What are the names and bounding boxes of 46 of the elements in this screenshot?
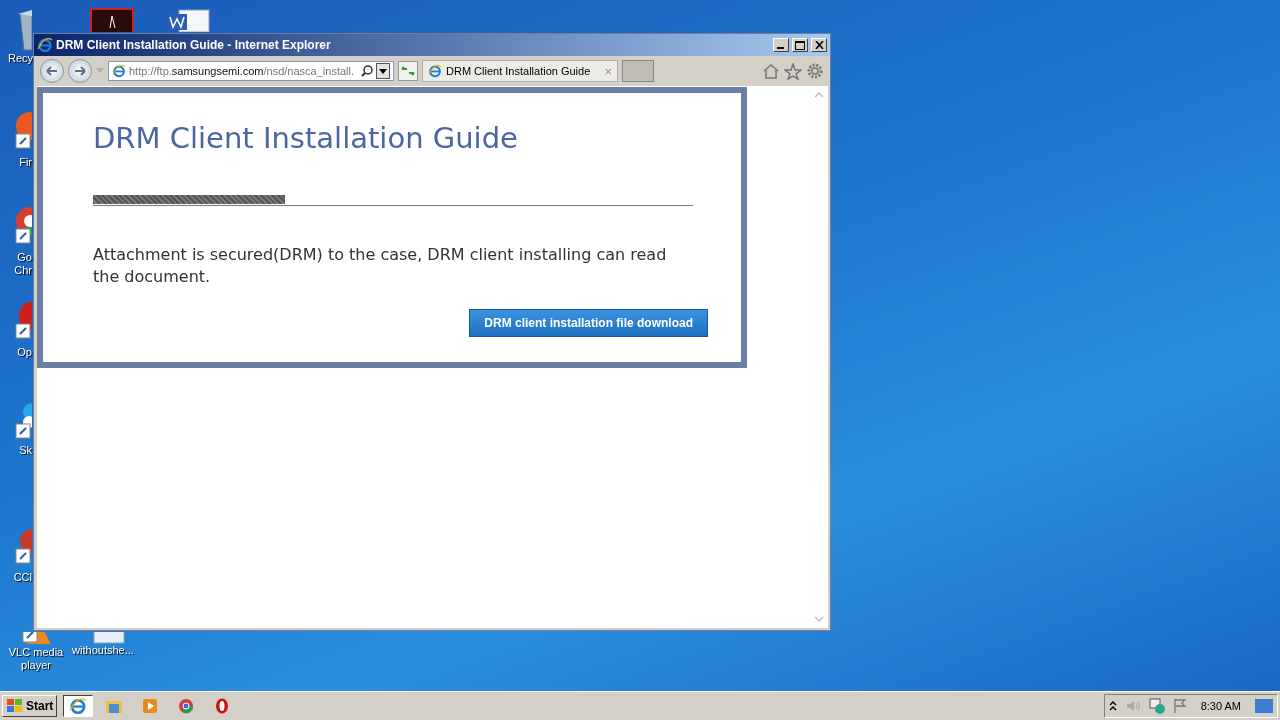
icon-label: Sk	[18, 444, 32, 457]
taskbar-app-button[interactable]	[63, 695, 94, 717]
icon-label: CCl	[12, 571, 32, 584]
minimize-button[interactable]	[773, 38, 789, 52]
network-icon[interactable]	[1148, 698, 1165, 714]
back-arrow-icon	[46, 66, 58, 76]
dropdown-caret-icon[interactable]	[376, 63, 390, 79]
close-icon	[814, 41, 824, 49]
start-button[interactable]: Start	[2, 695, 58, 717]
refresh-icon[interactable]	[398, 61, 418, 81]
page-heading: DRM Client Installation Guide	[93, 121, 519, 155]
maximize-button[interactable]	[792, 38, 808, 52]
pdf-file-icon[interactable]	[90, 8, 134, 32]
folder-icon	[105, 698, 124, 714]
icon-label: Recy	[8, 52, 32, 65]
browser-tab[interactable]: DRM Client Installation Guide ×	[422, 60, 618, 82]
close-button[interactable]	[811, 38, 827, 52]
icon-label: VLC media player	[7, 646, 65, 672]
window-title: DRM Client Installation Guide - Internet Explorer	[56, 38, 332, 52]
download-button[interactable]: DRM client installation file download	[469, 309, 708, 337]
icon-label: Fir	[18, 156, 32, 169]
browser-icon	[112, 64, 126, 78]
browser-icon	[69, 697, 88, 715]
home-icon[interactable]	[762, 63, 780, 79]
icon-label: Op	[16, 346, 32, 359]
address-field[interactable]: http://ftp.samsungsemi.com/nsd/nasca_install.	[108, 61, 394, 81]
browser-icon	[428, 64, 442, 78]
browser-icon	[214, 698, 231, 714]
back-button[interactable]	[40, 59, 64, 83]
info-message: Attachment is secured(DRM) to the case, DRM client installing can read the document.	[93, 244, 668, 288]
icon-label: Go Chr	[13, 251, 32, 277]
maximize-icon	[795, 40, 805, 50]
browser-icon	[178, 698, 195, 714]
chevron-up-icon[interactable]	[1108, 701, 1117, 711]
settings-icon[interactable]	[806, 62, 824, 80]
word-document-icon[interactable]	[165, 8, 211, 32]
browser-icon	[37, 37, 53, 53]
search-icon[interactable]	[361, 65, 373, 77]
flag-icon[interactable]	[1172, 698, 1187, 714]
icon-label: withoutshe...	[71, 644, 135, 657]
forward-button[interactable]	[68, 59, 92, 83]
clock: 8:30 AM	[1200, 700, 1241, 712]
windows-logo-icon	[6, 698, 24, 714]
media-player-icon	[142, 698, 159, 714]
forward-arrow-icon	[74, 66, 86, 76]
star-icon[interactable]	[784, 62, 802, 80]
